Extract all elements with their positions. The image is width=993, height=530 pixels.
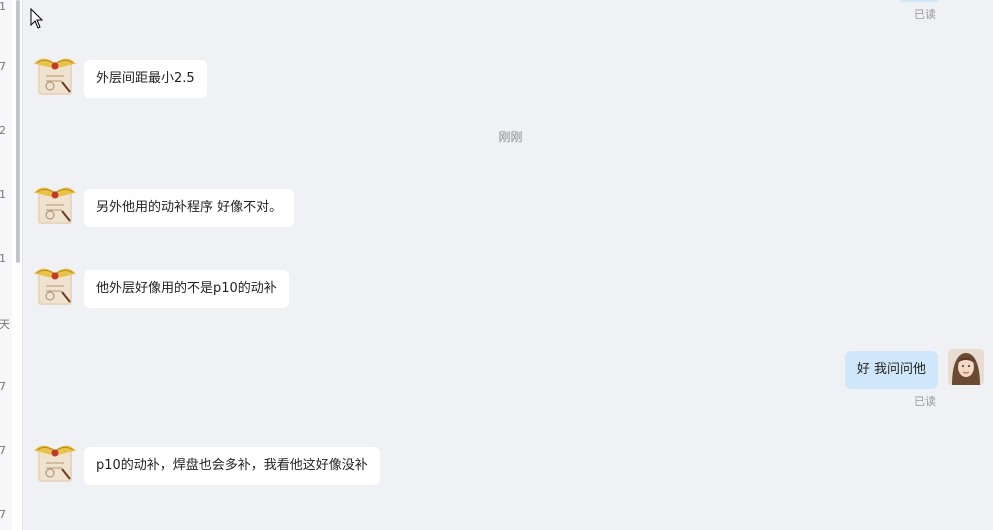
contact-avatar[interactable]: [32, 52, 78, 98]
message-bubble-outgoing[interactable]: 好 我问问他: [844, 351, 938, 389]
message-bubble-incoming[interactable]: 他外层好像用的不是p10的动补: [84, 270, 289, 308]
list-fragment: 7: [0, 444, 6, 457]
contact-avatar[interactable]: [32, 262, 78, 308]
list-fragment: 7: [0, 508, 6, 521]
user-photo-avatar-icon: [948, 349, 984, 385]
winged-scroll-avatar-icon: [34, 268, 76, 305]
message-bubble-incoming[interactable]: 另外他用的动补程序 好像不对。: [84, 189, 295, 227]
message-bubble-incoming[interactable]: p10的动补，焊盘也会多补，我看他这好像没补: [84, 447, 380, 485]
mouse-pointer-icon: [30, 8, 44, 29]
conversation-list-scrollbar[interactable]: [12, 0, 23, 530]
list-fragment: 1: [0, 0, 6, 13]
winged-scroll-avatar-icon: [34, 187, 76, 224]
list-fragment: 1: [0, 188, 6, 201]
list-fragment: 7: [0, 60, 6, 73]
message-bubble-outgoing-partial: [900, 0, 938, 2]
read-status: 已读: [914, 8, 936, 21]
winged-scroll-avatar-icon: [34, 58, 76, 95]
contact-avatar[interactable]: [32, 181, 78, 227]
winged-scroll-avatar-icon: [34, 445, 76, 482]
time-divider: 刚刚: [498, 130, 523, 144]
message-bubble-incoming[interactable]: 外层间距最小2.5: [84, 60, 207, 98]
contact-avatar[interactable]: [32, 439, 78, 485]
list-fragment: 天: [0, 318, 10, 331]
self-avatar[interactable]: [948, 349, 984, 385]
list-fragment: 7: [0, 380, 6, 393]
read-status: 已读: [914, 395, 936, 408]
list-fragment: 1: [0, 252, 6, 265]
conversation-list-edge: 1 7 2 1 1 天 7 7 7: [0, 0, 12, 530]
